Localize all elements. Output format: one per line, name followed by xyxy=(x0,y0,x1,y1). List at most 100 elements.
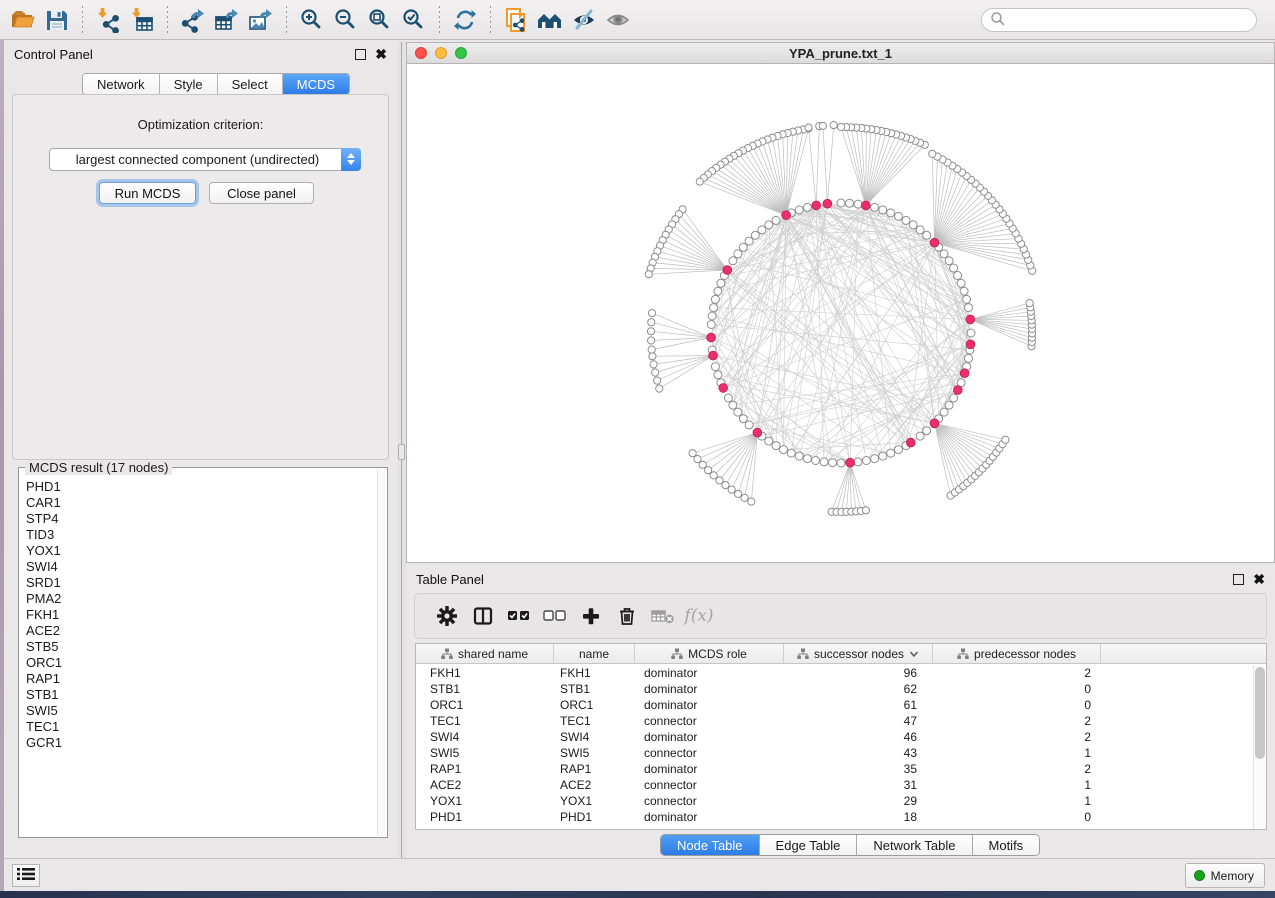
mcds-result-item[interactable]: YOX1 xyxy=(26,543,377,559)
zoom-selected-icon[interactable] xyxy=(397,3,431,37)
mcds-result-item[interactable]: ORC1 xyxy=(26,655,377,671)
mcds-result-item[interactable]: STP4 xyxy=(26,511,377,527)
cell-MCDS-role: connector xyxy=(635,793,784,809)
table-row[interactable]: FKH1FKH1dominator962 xyxy=(416,665,1252,681)
status-menu-button[interactable] xyxy=(12,864,40,887)
column-header-name[interactable]: name xyxy=(554,644,635,664)
zoom-out-icon[interactable] xyxy=(329,3,363,37)
tab-style[interactable]: Style xyxy=(160,74,218,94)
mcds-result-item[interactable]: TID3 xyxy=(26,527,377,543)
mcds-result-item[interactable]: SWI5 xyxy=(26,703,377,719)
mcds-result-item[interactable]: ACE2 xyxy=(26,623,377,639)
window-minimize-icon[interactable] xyxy=(435,47,447,59)
table-row[interactable]: YOX1YOX1connector291 xyxy=(416,793,1252,809)
export-table-icon[interactable] xyxy=(210,3,244,37)
table-row[interactable]: ORC1ORC1dominator610 xyxy=(416,697,1252,713)
zoom-in-icon[interactable] xyxy=(295,3,329,37)
table-settings-icon[interactable] xyxy=(429,598,465,634)
mcds-result-item[interactable]: SWI4 xyxy=(26,559,377,575)
optimization-criterion-value: largest connected component (undirected) xyxy=(50,152,341,167)
table-row[interactable]: RAP1RAP1dominator352 xyxy=(416,761,1252,777)
new-network-from-selection-icon[interactable] xyxy=(499,3,533,37)
add-column-icon[interactable] xyxy=(573,598,609,634)
deselect-all-columns-icon[interactable] xyxy=(537,598,573,634)
control-panel-header: Control Panel ✖ xyxy=(4,40,397,68)
splitter-handle[interactable] xyxy=(398,444,405,460)
save-session-icon[interactable] xyxy=(40,3,74,37)
mcds-result-item[interactable]: PMA2 xyxy=(26,591,377,607)
table-row[interactable]: ACE2ACE2connector311 xyxy=(416,777,1252,793)
delete-table-icon[interactable] xyxy=(645,598,681,634)
mcds-result-item[interactable]: GCR1 xyxy=(26,735,377,751)
search-box[interactable] xyxy=(981,8,1257,32)
export-network-icon[interactable] xyxy=(176,3,210,37)
column-layout-icon[interactable] xyxy=(465,598,501,634)
optimization-criterion-select[interactable]: largest connected component (undirected) xyxy=(49,148,361,171)
export-image-icon[interactable] xyxy=(244,3,278,37)
toolbar-separator xyxy=(82,6,83,34)
mcds-result-item[interactable]: FKH1 xyxy=(26,607,377,623)
close-panel-button[interactable]: Close panel xyxy=(209,182,314,204)
tab-network-table[interactable]: Network Table xyxy=(857,835,972,855)
hide-selected-icon[interactable] xyxy=(567,3,601,37)
table-scrollbar[interactable] xyxy=(1253,665,1266,829)
table-row[interactable]: SWI4SWI4dominator462 xyxy=(416,729,1252,745)
network-canvas[interactable] xyxy=(407,65,1274,562)
apply-layout-icon[interactable] xyxy=(448,3,482,37)
mcds-result-item[interactable]: PHD1 xyxy=(26,479,377,495)
table-row[interactable]: PHD1PHD1dominator180 xyxy=(416,809,1252,825)
node-table[interactable]: shared namename MCDS role successor node… xyxy=(415,643,1267,830)
network-window-titlebar[interactable]: YPA_prune.txt_1 xyxy=(407,43,1274,64)
mcds-result-item[interactable]: SRD1 xyxy=(26,575,377,591)
import-network-icon[interactable] xyxy=(91,3,125,37)
table-row[interactable]: STB1STB1dominator620 xyxy=(416,681,1252,697)
float-table-panel-icon[interactable] xyxy=(1233,574,1244,585)
mcds-result-list[interactable]: PHD1CAR1STP4TID3YOX1SWI4SRD1PMA2FKH1ACE2… xyxy=(20,471,377,836)
desktop-edge-left xyxy=(0,40,4,891)
function-builder-icon[interactable]: f(x) xyxy=(681,598,717,634)
mcds-result-item[interactable]: RAP1 xyxy=(26,671,377,687)
cell-predecessor-nodes: 2 xyxy=(933,761,1101,777)
tab-motifs[interactable]: Motifs xyxy=(973,835,1040,855)
column-header-MCDS-role[interactable]: MCDS role xyxy=(635,644,784,664)
cell-successor-nodes: 96 xyxy=(784,665,933,681)
close-table-panel-icon[interactable]: ✖ xyxy=(1253,574,1265,585)
run-mcds-button[interactable]: Run MCDS xyxy=(99,182,196,204)
show-all-icon[interactable] xyxy=(601,3,635,37)
tab-node-table[interactable]: Node Table xyxy=(661,835,760,855)
tab-edge-table[interactable]: Edge Table xyxy=(760,835,858,855)
first-neighbors-icon[interactable] xyxy=(533,3,567,37)
mcds-list-scrollbar[interactable] xyxy=(377,469,386,836)
column-header-predecessor-nodes[interactable]: predecessor nodes xyxy=(933,644,1101,664)
cell-successor-nodes: 31 xyxy=(784,777,933,793)
zoom-fit-icon[interactable] xyxy=(363,3,397,37)
mcds-result-item[interactable]: STB1 xyxy=(26,687,377,703)
mcds-result-item[interactable]: CAR1 xyxy=(26,495,377,511)
tab-select[interactable]: Select xyxy=(218,74,283,94)
open-file-icon[interactable] xyxy=(6,3,40,37)
window-close-icon[interactable] xyxy=(415,47,427,59)
cell-successor-nodes: 46 xyxy=(784,729,933,745)
mcds-result-item[interactable]: TEC1 xyxy=(26,719,377,735)
table-tabbar: Node TableEdge TableNetwork TableMotifs xyxy=(660,834,1040,856)
memory-button[interactable]: Memory xyxy=(1185,863,1265,888)
vertical-splitter[interactable] xyxy=(397,42,406,858)
import-table-icon[interactable] xyxy=(125,3,159,37)
close-panel-icon[interactable]: ✖ xyxy=(375,49,387,60)
table-scrollbar-thumb[interactable] xyxy=(1255,667,1265,759)
table-row[interactable]: TEC1TEC1connector472 xyxy=(416,713,1252,729)
table-row[interactable]: SWI5SWI5connector431 xyxy=(416,745,1252,761)
mcds-result-item[interactable]: STB5 xyxy=(26,639,377,655)
tab-network[interactable]: Network xyxy=(83,74,160,94)
network-graph[interactable] xyxy=(407,65,1274,562)
column-header-successor-nodes[interactable]: successor nodes xyxy=(784,644,933,664)
delete-column-icon[interactable] xyxy=(609,598,645,634)
search-input[interactable] xyxy=(1006,11,1256,29)
select-all-columns-icon[interactable] xyxy=(501,598,537,634)
column-header-shared-name[interactable]: shared name xyxy=(416,644,554,664)
control-panel: Control Panel ✖ NetworkStyleSelectMCDS O… xyxy=(4,40,397,858)
cell-predecessor-nodes: 1 xyxy=(933,777,1101,793)
float-panel-icon[interactable] xyxy=(355,49,366,60)
window-maximize-icon[interactable] xyxy=(455,47,467,59)
tab-mcds[interactable]: MCDS xyxy=(283,74,349,94)
